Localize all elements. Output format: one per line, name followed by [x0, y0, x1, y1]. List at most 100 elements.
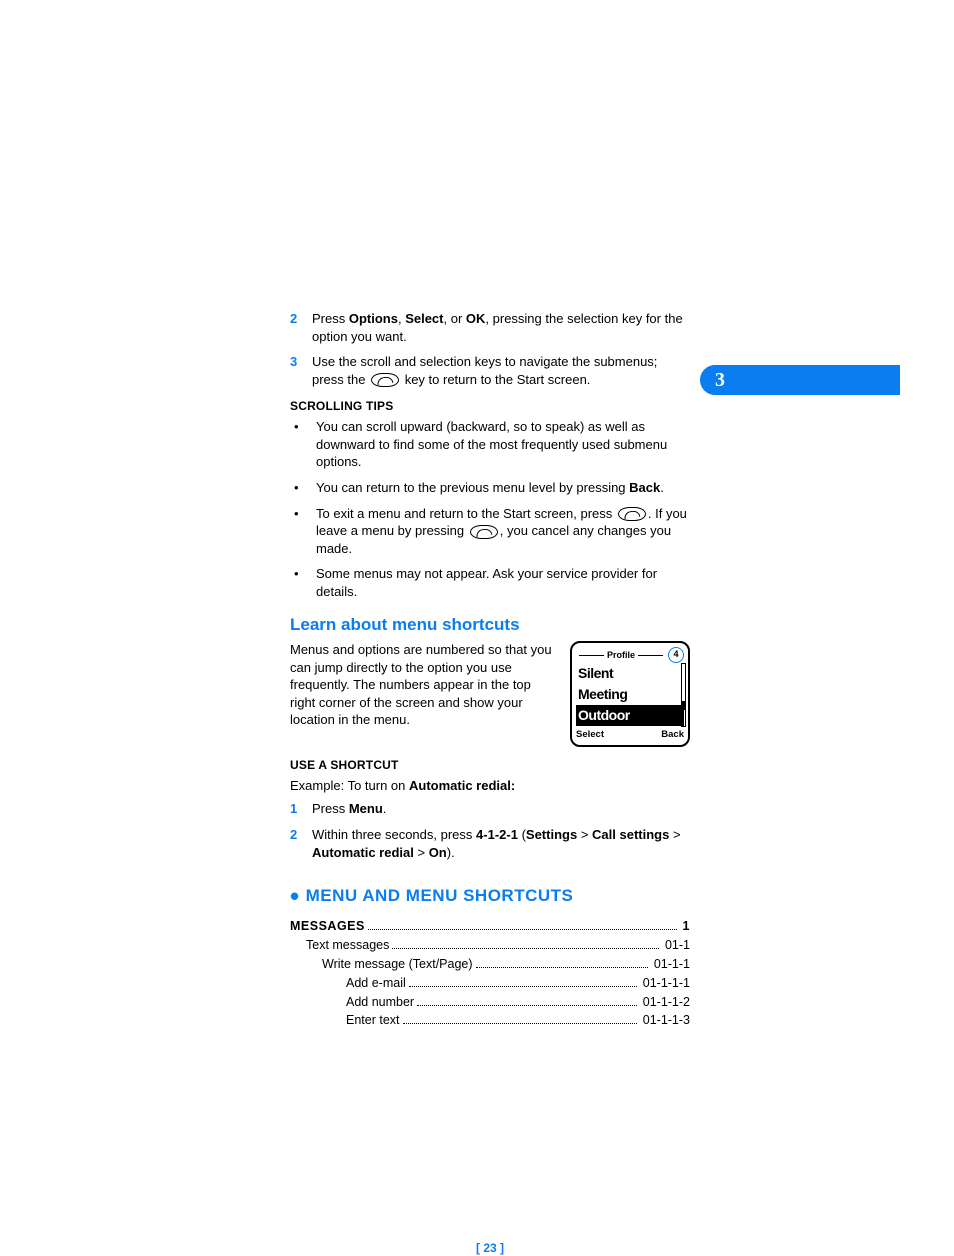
- text: To exit a menu and return to the Start s…: [316, 505, 690, 558]
- step-number: 2: [290, 826, 312, 861]
- shortcut-step-1: 1 Press Menu.: [290, 800, 690, 818]
- bold-text: On: [429, 845, 447, 860]
- toc-label: Text messages: [306, 937, 389, 954]
- bold-text: 4-1-2-1: [476, 827, 518, 842]
- phone-softkeys: Select Back: [576, 729, 684, 742]
- bold-text: Call settings: [592, 827, 669, 842]
- toc-page: 01-1-1-1: [643, 975, 690, 992]
- bold-text: Settings: [526, 827, 577, 842]
- list-item: •You can return to the previous menu lev…: [290, 479, 690, 497]
- toc-page: 01-1-1-2: [643, 994, 690, 1011]
- scrolling-tips-heading: SCROLLING TIPS: [290, 398, 690, 414]
- text: Press: [312, 311, 349, 326]
- menu-shortcut-toc: MESSAGES 1 Text messages 01-1 Write messag…: [290, 918, 690, 1029]
- example-line: Example: To turn on Automatic redial:: [290, 777, 690, 795]
- text: Some menus may not appear. Ask your serv…: [316, 565, 690, 600]
- phone-menu-item: Silent: [576, 663, 684, 684]
- text: You can scroll upward (backward, so to s…: [316, 418, 690, 471]
- bold-text: Automatic redial:: [409, 778, 515, 793]
- menu-position-badge: 4: [668, 647, 684, 663]
- use-shortcut-heading: USE A SHORTCUT: [290, 757, 690, 773]
- toc-row: MESSAGES 1: [290, 918, 690, 935]
- text: >: [669, 827, 680, 842]
- text: >: [414, 845, 429, 860]
- leader-dots: [403, 1023, 637, 1024]
- leader-dots: [392, 948, 659, 949]
- text: .: [383, 801, 387, 816]
- shortcut-intro-block: Menus and options are numbered so that y…: [290, 641, 690, 746]
- text: key to return to the Start screen.: [401, 372, 590, 387]
- toc-row: Add number 01-1-1-2: [346, 994, 690, 1011]
- toc-row: Text messages 01-1: [306, 937, 690, 954]
- leader-dots: [476, 967, 648, 968]
- toc-page: 01-1-1: [654, 956, 690, 973]
- text: .: [660, 480, 664, 495]
- step-body: Use the scroll and selection keys to nav…: [312, 353, 690, 388]
- text: You can return to the previous menu leve…: [316, 480, 629, 495]
- softkey-left: Select: [576, 729, 604, 742]
- phone-scrollbar: [681, 663, 686, 726]
- bold-text: Options: [349, 311, 398, 326]
- text: (: [518, 827, 526, 842]
- end-key-icon: [470, 525, 498, 539]
- end-key-icon: [618, 507, 646, 521]
- list-item: •You can scroll upward (backward, so to …: [290, 418, 690, 471]
- toc-row: Add e-mail 01-1-1-1: [346, 975, 690, 992]
- leader-dots: [368, 929, 677, 930]
- learn-shortcuts-heading: Learn about menu shortcuts: [290, 614, 690, 637]
- bullet-icon: •: [290, 881, 300, 911]
- toc-label: MESSAGES: [290, 918, 365, 935]
- toc-label: Add number: [346, 994, 414, 1011]
- bold-text: Back: [629, 480, 660, 495]
- end-key-icon: [371, 373, 399, 387]
- bullet-icon: •: [290, 505, 316, 558]
- bullet-icon: •: [290, 565, 316, 600]
- page-number-footer: [ 23 ]: [290, 1240, 690, 1256]
- toc-page: 01-1: [665, 937, 690, 954]
- bullet-icon: •: [290, 479, 316, 497]
- text: To exit a menu and return to the Start s…: [316, 506, 616, 521]
- step-number: 2: [290, 310, 312, 345]
- heading-text: MENU AND MENU SHORTCUTS: [306, 886, 574, 905]
- text: You can return to the previous menu leve…: [316, 479, 690, 497]
- page-content: 2 Press Options, Select, or OK, pressing…: [290, 310, 690, 1031]
- text: Example: To turn on: [290, 778, 409, 793]
- leader-dots: [409, 986, 637, 987]
- step-number: 1: [290, 800, 312, 818]
- leader-dots: [417, 1005, 637, 1006]
- shortcut-step-2: 2 Within three seconds, press 4-1-2-1 (S…: [290, 826, 690, 861]
- step-body: Within three seconds, press 4-1-2-1 (Set…: [312, 826, 690, 861]
- softkey-right: Back: [661, 729, 684, 742]
- step-number: 3: [290, 353, 312, 388]
- bold-text: OK: [466, 311, 486, 326]
- text: Menus and options are numbered so that y…: [290, 641, 558, 729]
- phone-title: Profile: [607, 649, 635, 661]
- toc-page: 1: [683, 918, 690, 935]
- toc-label: Add e-mail: [346, 975, 406, 992]
- toc-row: Enter text 01-1-1-3: [346, 1012, 690, 1029]
- phone-title-bar: Profile 4: [576, 647, 684, 663]
- bold-text: Menu: [349, 801, 383, 816]
- text: >: [577, 827, 592, 842]
- toc-label: Enter text: [346, 1012, 400, 1029]
- scrolling-tips-list: •You can scroll upward (backward, so to …: [290, 418, 690, 600]
- toc-label: Write message (Text/Page): [322, 956, 473, 973]
- menu-shortcuts-section-heading: •MENU AND MENU SHORTCUTS: [290, 885, 690, 908]
- step-body: Press Options, Select, or OK, pressing t…: [312, 310, 690, 345]
- step-3: 3 Use the scroll and selection keys to n…: [290, 353, 690, 388]
- step-2: 2 Press Options, Select, or OK, pressing…: [290, 310, 690, 345]
- phone-menu-item: Meeting: [576, 684, 684, 705]
- phone-screen-illustration: Profile 4 Silent Meeting Outdoor Select B…: [570, 641, 690, 746]
- chapter-number-badge: 3: [705, 365, 735, 395]
- bold-text: Select: [405, 311, 443, 326]
- phone-menu-item-selected: Outdoor: [576, 705, 684, 726]
- text: ).: [447, 845, 455, 860]
- text: Press: [312, 801, 349, 816]
- toc-row: Write message (Text/Page) 01-1-1: [322, 956, 690, 973]
- bold-text: Automatic redial: [312, 845, 414, 860]
- list-item: •Some menus may not appear. Ask your ser…: [290, 565, 690, 600]
- list-item: •To exit a menu and return to the Start …: [290, 505, 690, 558]
- toc-page: 01-1-1-3: [643, 1012, 690, 1029]
- text: , or: [444, 311, 466, 326]
- bullet-icon: •: [290, 418, 316, 471]
